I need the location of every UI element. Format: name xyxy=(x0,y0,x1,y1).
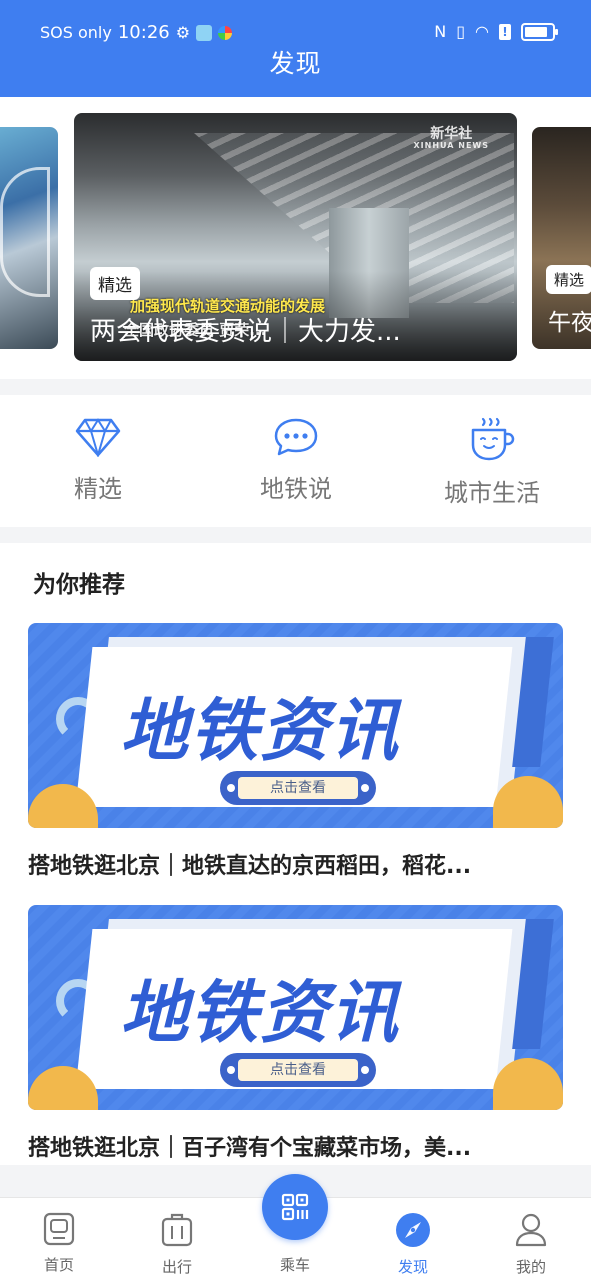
featured-tag: 精选 xyxy=(90,267,140,300)
banner-headline: 地铁资讯 xyxy=(120,692,401,771)
card-title[interactable]: 搭地铁逛北京｜地铁直达的京西稻田，稻花... xyxy=(28,848,563,880)
banner-carousel[interactable]: 新华社 XINHUA NEWS 加强现代轨道交通动能的发展 全国政协委员 贾荣.… xyxy=(0,97,591,379)
wifi-icon: ◠ xyxy=(475,22,489,41)
app-notification-icon xyxy=(196,24,213,41)
color-wheel-icon xyxy=(218,25,233,40)
category-label: 精选 xyxy=(74,475,122,503)
nav-label: 出行 xyxy=(161,1258,192,1276)
user-icon xyxy=(515,1213,547,1247)
carousel-slide-prev[interactable] xyxy=(0,127,58,349)
view-button-label: 点击查看 xyxy=(238,1059,358,1081)
battery-icon xyxy=(521,22,558,41)
section-title: 为你推荐 xyxy=(33,572,125,598)
nav-discover[interactable]: 发现 xyxy=(373,1212,453,1277)
luggage-icon xyxy=(161,1213,193,1247)
news-card[interactable]: 地铁资讯 点击查看 搭地铁逛北京｜地铁直达的京西稻田，稻花... xyxy=(28,623,563,880)
vibrate-icon: ▯ xyxy=(456,22,466,41)
discover-icon xyxy=(396,1213,430,1247)
coffee-cup-icon xyxy=(471,417,515,461)
carrier-text: SOS only xyxy=(40,23,112,42)
nav-label: 发现 xyxy=(397,1258,428,1276)
watermark-subtext: XINHUA NEWS xyxy=(413,141,489,151)
app-header: SOS only 10:26 ⚙ N ▯ ◠ ! 发现 xyxy=(0,0,591,97)
category-featured[interactable]: 精选 xyxy=(18,417,178,504)
category-label: 城市生活 xyxy=(444,479,540,507)
ride-qr-button[interactable] xyxy=(262,1174,328,1240)
status-right: N ▯ ◠ ! xyxy=(434,22,558,41)
page-title: 发现 xyxy=(269,49,322,78)
pill-dot xyxy=(361,1066,369,1074)
recommend-section: 为你推荐 地铁资讯 点击查看 搭地铁逛北京｜地铁直达的京西稻田，稻花... 地铁… xyxy=(0,543,591,1165)
nav-label: 首页 xyxy=(43,1256,74,1274)
view-button[interactable]: 点击查看 xyxy=(220,771,376,805)
diamond-icon xyxy=(75,418,121,457)
category-label: 地铁说 xyxy=(260,475,332,503)
pill-dot xyxy=(227,1066,235,1074)
news-watermark: 新华社 XINHUA NEWS xyxy=(413,126,489,151)
view-button[interactable]: 点击查看 xyxy=(220,1053,376,1087)
chat-bubble-icon xyxy=(274,418,318,456)
featured-tag: 精选 xyxy=(546,265,591,294)
slide-title: 两会代表委员说｜大力发... xyxy=(90,317,401,347)
slide-title: 午夜 xyxy=(548,310,591,336)
category-bar: 精选 地铁说 城市生活 xyxy=(0,395,591,527)
nav-travel[interactable]: 出行 xyxy=(137,1212,217,1277)
carousel-slide-next[interactable]: 精选 午夜 xyxy=(532,127,591,349)
banner-headline: 地铁资讯 xyxy=(120,974,401,1053)
nav-label-ride[interactable]: 乘车 xyxy=(255,1254,335,1275)
qr-code-icon xyxy=(281,1193,309,1221)
news-banner[interactable]: 地铁资讯 点击查看 xyxy=(28,905,563,1110)
card-title[interactable]: 搭地铁逛北京｜百子湾有个宝藏菜市场，美... xyxy=(28,1130,563,1162)
carousel-slide-current[interactable]: 新华社 XINHUA NEWS 加强现代轨道交通动能的发展 全国政协委员 贾荣.… xyxy=(74,113,517,361)
alert-icon: ! xyxy=(499,23,511,40)
settings-gear-icon: ⚙ xyxy=(175,23,191,42)
watermark-text: 新华社 xyxy=(430,126,473,142)
clock-text: 10:26 xyxy=(117,22,170,43)
view-button-label: 点击查看 xyxy=(238,777,358,799)
news-card[interactable]: 地铁资讯 点击查看 搭地铁逛北京｜百子湾有个宝藏菜市场，美... xyxy=(28,905,563,1162)
category-city-life[interactable]: 城市生活 xyxy=(412,417,572,508)
pill-dot xyxy=(227,784,235,792)
status-left: SOS only 10:26 ⚙ xyxy=(40,22,233,43)
nav-profile[interactable]: 我的 xyxy=(491,1212,571,1277)
nfc-icon: N xyxy=(434,22,447,41)
nav-home[interactable]: 首页 xyxy=(19,1212,99,1275)
category-metro-talk[interactable]: 地铁说 xyxy=(216,417,376,504)
home-screen-icon xyxy=(43,1212,75,1246)
slide-decoration xyxy=(0,167,50,297)
nav-label: 我的 xyxy=(515,1258,546,1276)
news-banner[interactable]: 地铁资讯 点击查看 xyxy=(28,623,563,828)
pill-dot xyxy=(361,784,369,792)
